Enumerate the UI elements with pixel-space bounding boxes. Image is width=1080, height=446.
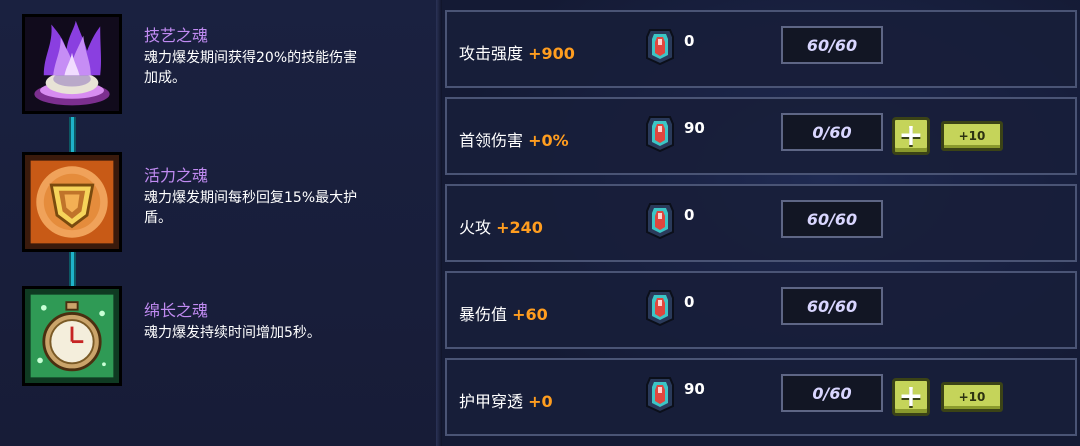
plus-button[interactable]: + (892, 378, 930, 416)
plus-button[interactable]: + (892, 117, 930, 155)
stat-name: 首领伤害 (459, 131, 524, 150)
gem-cost: 90 (684, 119, 705, 137)
stopwatch-icon (25, 289, 119, 383)
soul-name: 绵长之魂 (144, 301, 209, 320)
stat-name: 暴伤值 (459, 305, 508, 324)
soul-gem-icon (645, 376, 675, 414)
stat-level: 60/60 (781, 26, 883, 64)
plus-ten-button[interactable]: +10 (941, 121, 1003, 151)
stat-label: 火攻 +240 (459, 214, 543, 238)
stat-label: 攻击强度 +900 (459, 40, 575, 64)
stat-bonus: +0% (528, 131, 569, 150)
soul-desc-line: 魂力爆发期间每秒回复15%最大护 (144, 190, 358, 206)
soul-slot-skill[interactable] (22, 14, 122, 114)
plus-icon: + (898, 118, 924, 153)
soul-name: 技艺之魂 (144, 26, 209, 45)
stat-row-attack-power: 攻击强度 +900 0 60/60 (445, 10, 1077, 88)
soul-gem-icon (645, 289, 675, 327)
soul-desc-line: 魂力爆发期间获得20%的技能伤害 (144, 50, 358, 66)
stat-bonus: +0 (528, 392, 553, 411)
stat-level: 0/60 (781, 374, 883, 412)
stat-label: 暴伤值 +60 (459, 301, 548, 325)
soul-name: 活力之魂 (144, 166, 209, 185)
plus-ten-button[interactable]: +10 (941, 382, 1003, 412)
stat-label: 首领伤害 +0% (459, 127, 569, 151)
gem-cost: 90 (684, 380, 705, 398)
soul-info-skill: 技艺之魂 魂力爆发期间获得20%的技能伤害 加成。 (144, 26, 434, 88)
gem-cost: 0 (684, 206, 695, 224)
stat-bonus: +900 (528, 44, 575, 63)
soul-connector (69, 250, 76, 288)
stat-name: 火攻 (459, 218, 492, 237)
stat-name: 攻击强度 (459, 44, 524, 63)
stat-row-armor-penetration: 护甲穿透 +0 90 0/60 + +10 (445, 358, 1077, 436)
stat-row-boss-damage: 首领伤害 +0% 90 0/60 + +10 (445, 97, 1077, 175)
stat-bonus: +240 (496, 218, 543, 237)
soul-gem-icon (645, 115, 675, 153)
stat-bonus: +60 (512, 305, 548, 324)
stat-row-crit-damage: 暴伤值 +60 0 60/60 (445, 271, 1077, 349)
soul-gem-icon (645, 28, 675, 66)
stat-label: 护甲穿透 +0 (459, 388, 553, 412)
soul-desc-line: 魂力爆发持续时间增加5秒。 (144, 325, 321, 341)
soul-info-vitality: 活力之魂 魂力爆发期间每秒回复15%最大护 盾。 (144, 166, 434, 228)
soul-gem-icon (645, 202, 675, 240)
stat-level: 0/60 (781, 113, 883, 151)
soul-connector (69, 117, 76, 155)
stat-name: 护甲穿透 (459, 392, 524, 411)
stat-row-fire-attack: 火攻 +240 0 60/60 (445, 184, 1077, 262)
plus-icon: + (898, 379, 924, 414)
soul-desc-line: 盾。 (144, 210, 172, 226)
soul-info-duration: 绵长之魂 魂力爆发持续时间增加5秒。 (144, 301, 434, 343)
golden-shield-icon (25, 155, 119, 249)
stat-level: 60/60 (781, 200, 883, 238)
purple-flame-icon (25, 17, 119, 111)
stat-level: 60/60 (781, 287, 883, 325)
soul-slot-vitality[interactable] (22, 152, 122, 252)
gem-cost: 0 (684, 32, 695, 50)
soul-slot-duration[interactable] (22, 286, 122, 386)
soul-desc-line: 加成。 (144, 70, 186, 86)
gem-cost: 0 (684, 293, 695, 311)
